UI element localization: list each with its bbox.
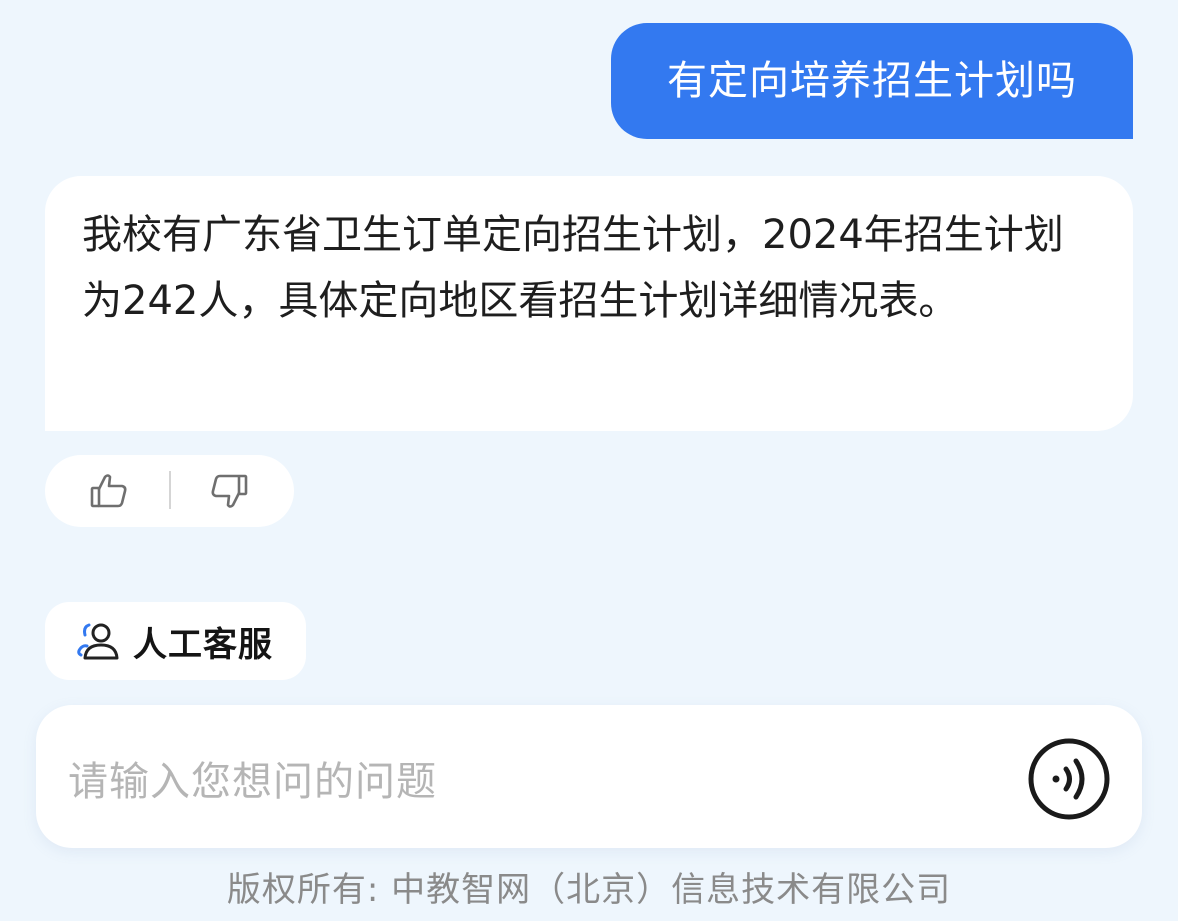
bot-message-bubble: 我校有广东省卫生订单定向招生计划，2024年招生计划为242人，具体定向地区看招…: [45, 176, 1133, 431]
feedback-divider: [169, 471, 171, 509]
user-message-text: 有定向培养招生计划吗: [667, 58, 1077, 104]
copyright-footer: 版权所有: 中教智网（北京）信息技术有限公司: [226, 870, 952, 910]
human-service-button[interactable]: 人工客服: [45, 602, 306, 680]
feedback-bar: [45, 455, 294, 527]
thumbs-up-icon[interactable]: [89, 471, 129, 511]
bot-message-text: 我校有广东省卫生订单定向招生计划，2024年招生计划为242人，具体定向地区看招…: [82, 212, 1064, 324]
customer-service-icon: [77, 623, 119, 660]
thumbs-down-icon[interactable]: [209, 471, 249, 511]
chat-page: 有定向培养招生计划吗 我校有广东省卫生订单定向招生计划，2024年招生计划为24…: [0, 0, 1178, 921]
voice-input-icon[interactable]: [1026, 736, 1112, 822]
human-service-label: 人工客服: [133, 624, 273, 665]
question-input-placeholder[interactable]: 请输入您想问的问题: [68, 749, 437, 807]
user-message-bubble: 有定向培养招生计划吗: [611, 23, 1133, 139]
question-input-box[interactable]: 请输入您想问的问题: [36, 705, 1142, 848]
